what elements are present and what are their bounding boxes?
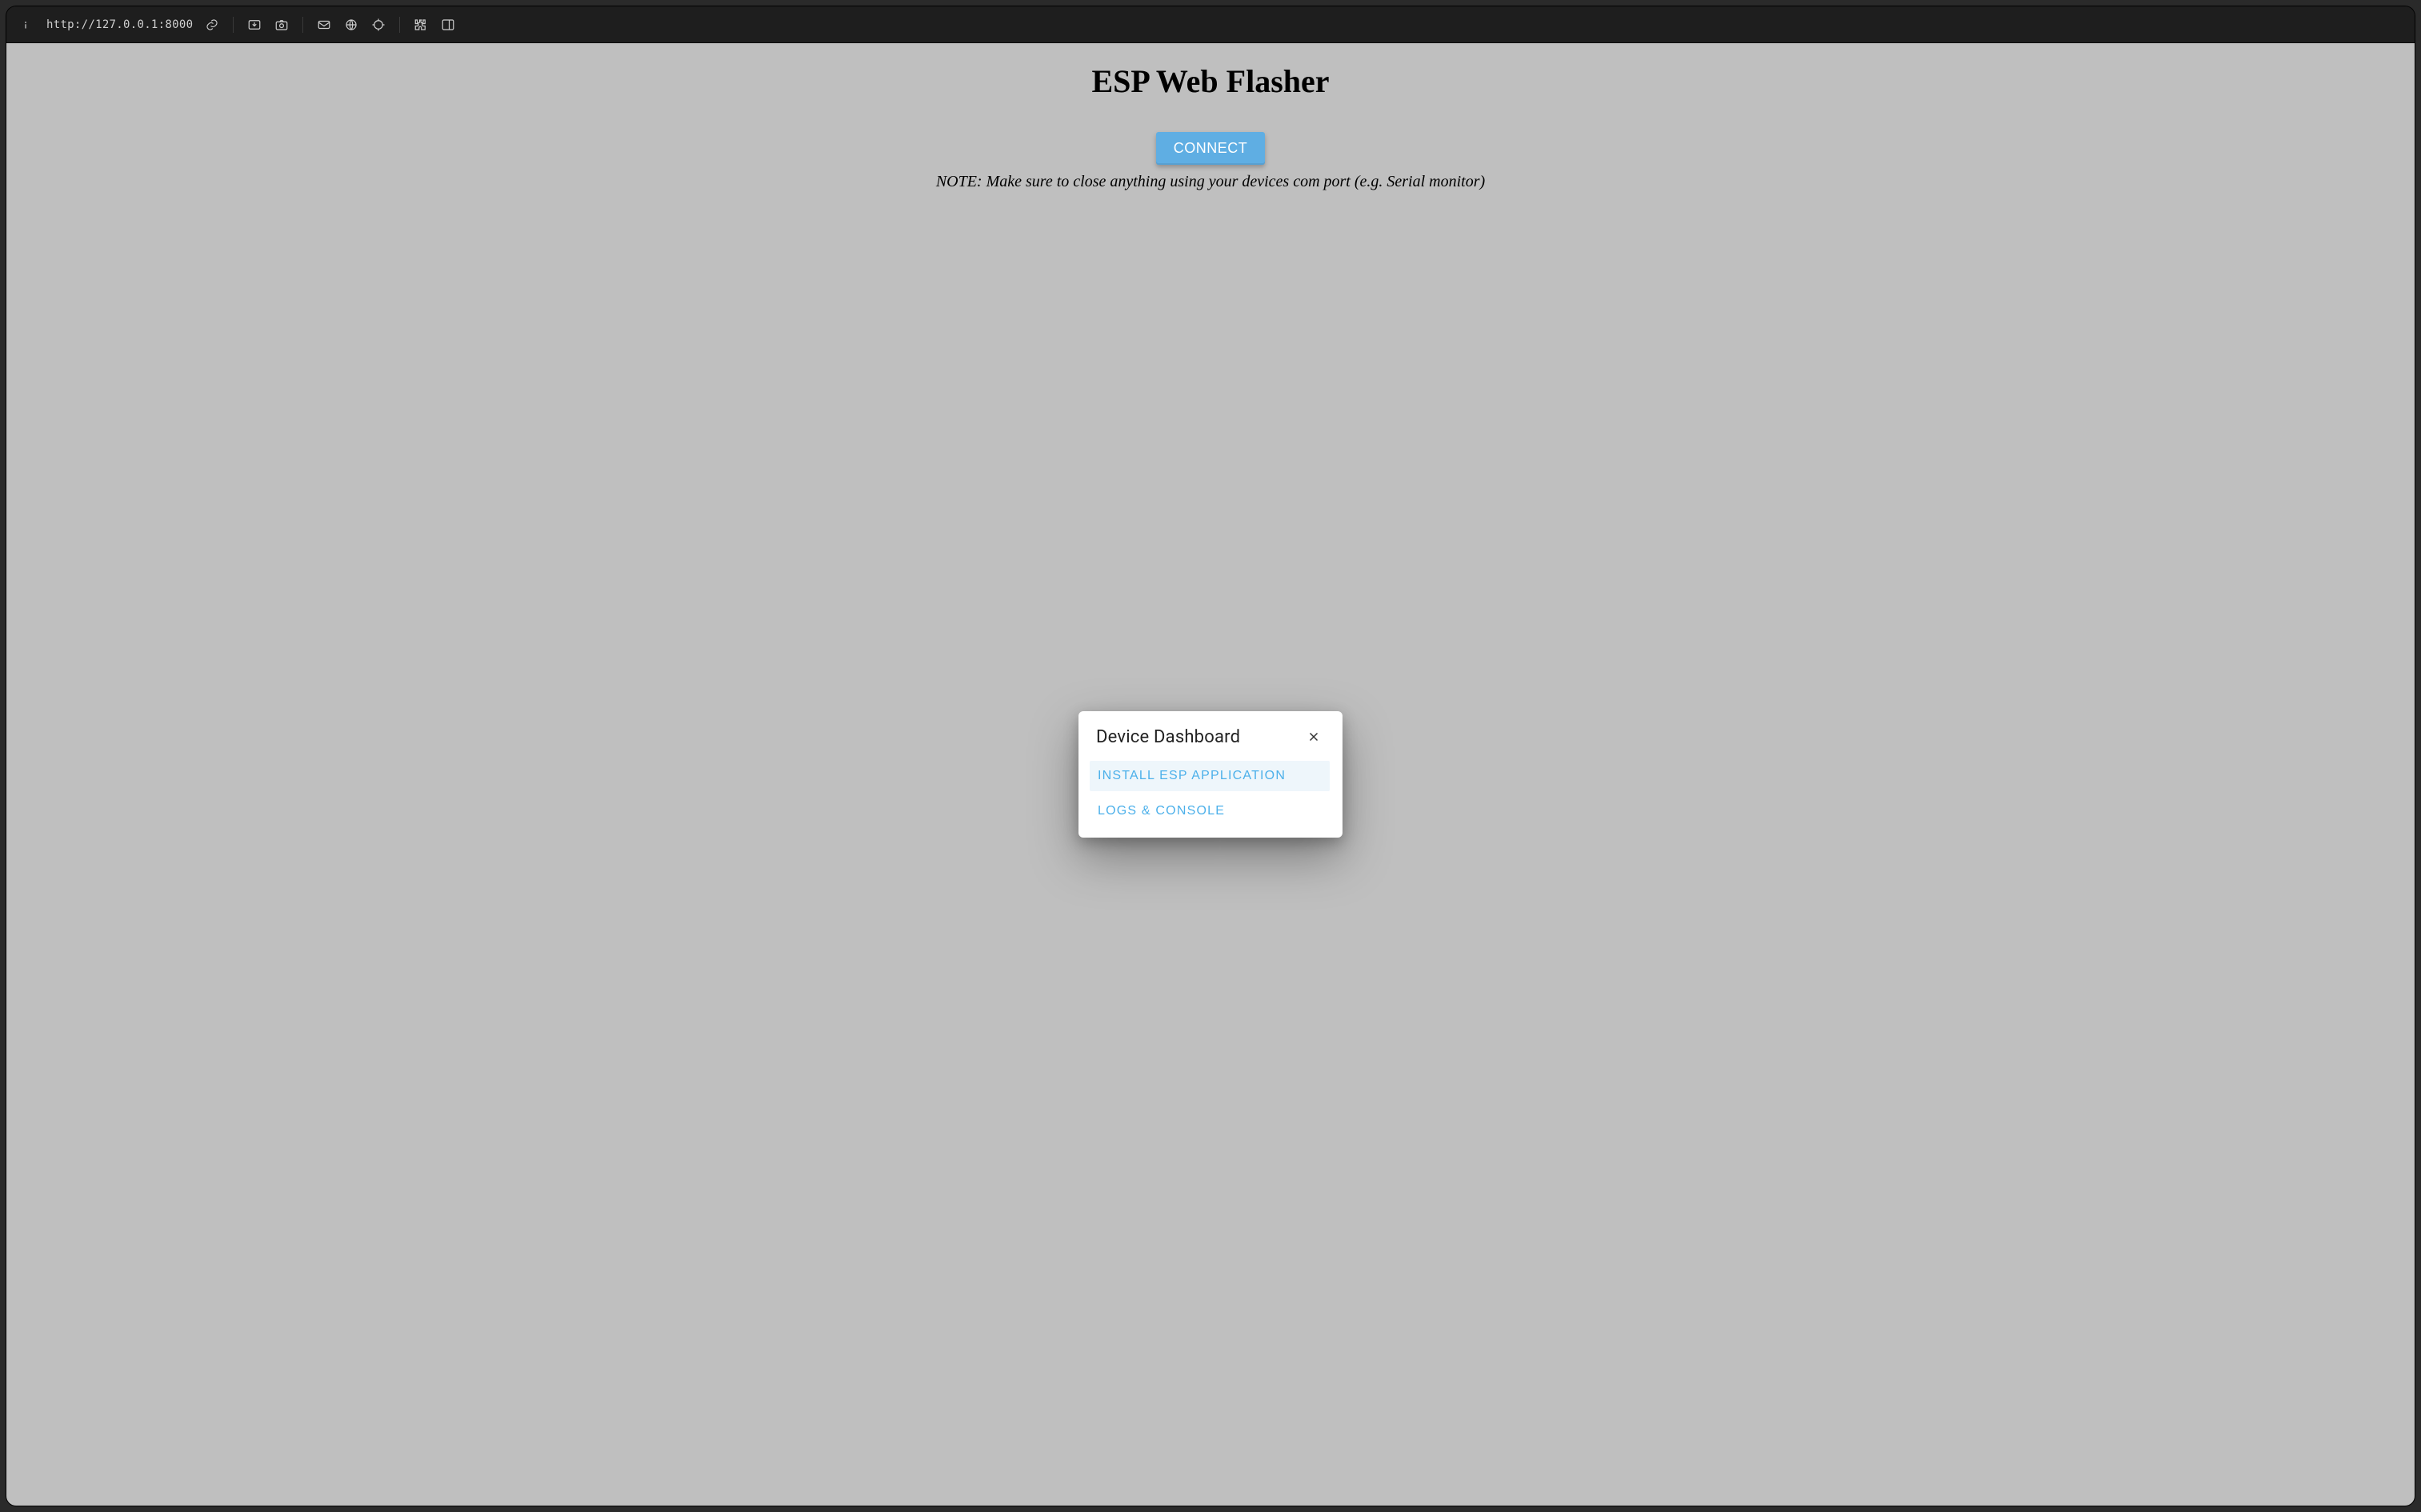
modal-title: Device Dashboard bbox=[1096, 727, 1240, 747]
link-icon[interactable] bbox=[204, 17, 220, 33]
browser-window: http://127.0.0.1:8000 bbox=[6, 6, 2415, 1506]
toolbar-separator bbox=[233, 17, 234, 33]
close-icon[interactable] bbox=[1303, 726, 1325, 748]
address-bar-url[interactable]: http://127.0.0.1:8000 bbox=[46, 18, 193, 31]
info-icon[interactable] bbox=[18, 17, 34, 33]
crosshair-icon[interactable] bbox=[370, 17, 386, 33]
logs-and-console-button[interactable]: LOGS & CONSOLE bbox=[1090, 796, 1330, 826]
puzzle-icon[interactable] bbox=[413, 17, 429, 33]
modal-header: Device Dashboard bbox=[1078, 711, 1343, 756]
page-viewport: ESP Web Flasher CONNECT NOTE: Make sure … bbox=[6, 43, 2415, 1506]
download-tray-icon[interactable] bbox=[246, 17, 262, 33]
device-dashboard-modal: Device Dashboard INSTALL ESP APPLICATION… bbox=[1078, 711, 1343, 838]
panel-right-icon[interactable] bbox=[440, 17, 456, 33]
install-esp-application-button[interactable]: INSTALL ESP APPLICATION bbox=[1090, 761, 1330, 791]
camera-icon[interactable] bbox=[274, 17, 290, 33]
browser-titlebar: http://127.0.0.1:8000 bbox=[6, 6, 2415, 43]
mail-icon[interactable] bbox=[316, 17, 332, 33]
globe-icon[interactable] bbox=[343, 17, 359, 33]
toolbar-separator bbox=[302, 17, 303, 33]
toolbar-separator bbox=[399, 17, 400, 33]
